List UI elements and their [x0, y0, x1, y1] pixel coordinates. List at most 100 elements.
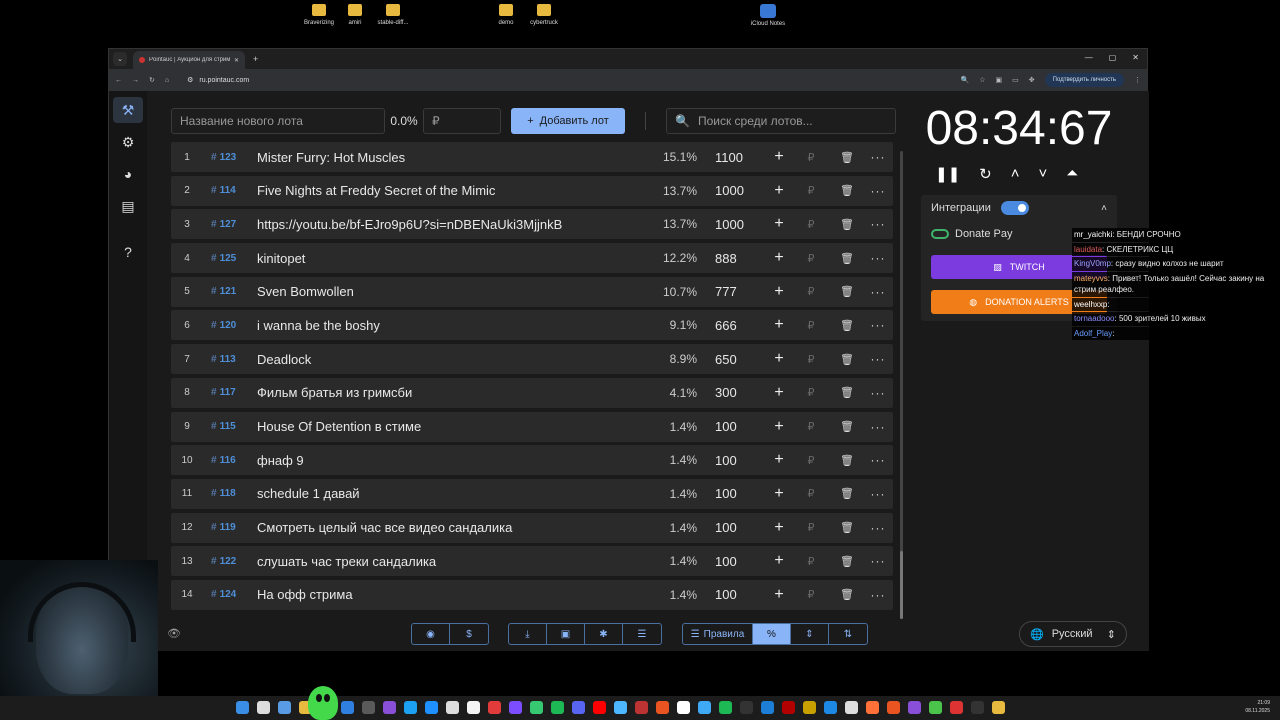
ruble-input-icon[interactable]: ₽ — [791, 184, 831, 197]
more-options-icon[interactable]: ··· — [863, 554, 893, 568]
taskbar-app-icon[interactable] — [782, 701, 795, 714]
taskbar-app-icon[interactable] — [824, 701, 837, 714]
lot-name[interactable]: Deadlock — [257, 352, 651, 367]
taskbar-app-icon[interactable] — [698, 701, 711, 714]
taskbar-app-icon[interactable] — [425, 701, 438, 714]
taskbar-app-icon[interactable] — [887, 701, 900, 714]
delete-trash-icon[interactable]: 🗑 — [831, 353, 863, 366]
lot-amount[interactable]: 777 — [697, 284, 767, 299]
browser-tab[interactable]: Pointauc | Аукцион для стрим... ✕ — [133, 51, 245, 69]
taskbar-app-icon[interactable] — [488, 701, 501, 714]
home-icon[interactable]: ⌂ — [165, 77, 169, 84]
save-icon[interactable]: ▣ — [547, 624, 585, 644]
taskbar-app-icon[interactable] — [467, 701, 480, 714]
lot-name[interactable]: Sven Bomwollen — [257, 284, 651, 299]
delete-trash-icon[interactable]: 🗑 — [831, 319, 863, 332]
history-clipboard-icon[interactable]: ▤ — [113, 193, 143, 219]
bug-icon[interactable]: ✱ — [585, 624, 623, 644]
delete-trash-icon[interactable]: 🗑 — [831, 487, 863, 500]
add-lot-button[interactable]: + Добавить лот — [511, 108, 625, 134]
taskbar-app-icon[interactable] — [593, 701, 606, 714]
url-field[interactable]: ⚙ ru.pointauc.com — [179, 72, 950, 88]
lot-amount[interactable]: 888 — [697, 251, 767, 266]
lot-row[interactable]: 14 #124 На офф стрима 1.4% 100 + ₽ 🗑 ··· — [171, 579, 893, 610]
bookmark-star-icon[interactable]: ☆ — [979, 76, 985, 84]
more-options-icon[interactable]: ··· — [863, 420, 893, 434]
delete-trash-icon[interactable]: 🗑 — [831, 420, 863, 433]
add-amount-icon[interactable]: + — [767, 182, 791, 200]
add-amount-icon[interactable]: + — [767, 283, 791, 301]
close-window-icon[interactable]: ✕ — [1132, 53, 1139, 62]
pause-icon[interactable]: ❚❚ — [935, 165, 960, 183]
reset-icon[interactable]: ↻ — [979, 165, 992, 183]
lot-name[interactable]: schedule 1 давай — [257, 486, 651, 501]
wheel-icon[interactable]: ◕ — [113, 161, 143, 187]
more-options-icon[interactable]: ··· — [863, 217, 893, 231]
lot-amount[interactable]: 100 — [697, 554, 767, 569]
ruble-input-icon[interactable]: ₽ — [791, 521, 831, 534]
lot-amount[interactable]: 666 — [697, 318, 767, 333]
lot-amount[interactable]: 100 — [697, 486, 767, 501]
new-lot-price-input[interactable]: ₽ — [423, 108, 501, 134]
ruble-input-icon[interactable]: ₽ — [791, 454, 831, 467]
delete-trash-icon[interactable]: 🗑 — [831, 184, 863, 197]
download-icon[interactable]: ⤓ — [509, 624, 547, 644]
delete-trash-icon[interactable]: 🗑 — [831, 386, 863, 399]
taskbar-app-icon[interactable] — [992, 701, 1005, 714]
help-icon[interactable]: ? — [113, 239, 143, 265]
taskbar-app-icon[interactable] — [572, 701, 585, 714]
lot-row[interactable]: 8 #117 Фильм братья из гримсби 4.1% 300 + ₽ 🗑 ··… — [171, 377, 893, 408]
lot-row[interactable]: 4 #125 kinitopet 12.2% 888 + ₽ 🗑 ··· — [171, 243, 893, 274]
taskbar-app-icon[interactable] — [446, 701, 459, 714]
minimize-icon[interactable]: — — [1085, 53, 1093, 62]
lot-name[interactable]: House Of Detention в стиме — [257, 419, 651, 434]
lot-name[interactable]: kinitopet — [257, 251, 651, 266]
eye-icon[interactable]: 👁 — [167, 627, 181, 640]
settings-gear-icon[interactable]: ⚙ — [113, 129, 143, 155]
tab-close-icon[interactable]: ✕ — [234, 57, 239, 64]
ruble-input-icon[interactable]: ₽ — [791, 151, 831, 164]
taskbar-app-icon[interactable] — [719, 701, 732, 714]
add-amount-icon[interactable]: + — [767, 350, 791, 368]
compact-view-icon[interactable]: ⇕ — [791, 624, 829, 644]
delete-trash-icon[interactable]: 🗑 — [831, 252, 863, 265]
integrations-toggle[interactable] — [1000, 201, 1029, 215]
taskbar-app-icon[interactable] — [236, 701, 249, 714]
add-amount-icon[interactable]: + — [767, 418, 791, 436]
more-options-icon[interactable]: ··· — [863, 184, 893, 198]
lot-row[interactable]: 2 #114 Five Nights at Freddy Secret of the… — [171, 175, 893, 206]
sort-icon[interactable]: ⇅ — [829, 624, 867, 644]
lot-amount[interactable]: 1000 — [697, 217, 767, 232]
add-amount-icon[interactable]: + — [767, 148, 791, 166]
auction-hammer-icon[interactable]: ⚒ — [113, 97, 143, 123]
scrollbar-thumb[interactable] — [900, 551, 903, 619]
system-clock[interactable]: 21:09 08.11.2025 — [1245, 699, 1270, 715]
add-amount-icon[interactable]: + — [767, 519, 791, 537]
add-amount-icon[interactable]: + — [767, 249, 791, 267]
lot-amount[interactable]: 100 — [697, 419, 767, 434]
taskbar-app-icon[interactable] — [761, 701, 774, 714]
lot-amount[interactable]: 100 — [697, 520, 767, 535]
more-options-icon[interactable]: ··· — [863, 386, 893, 400]
more-options-icon[interactable]: ··· — [863, 521, 893, 535]
taskbar-app-icon[interactable] — [656, 701, 669, 714]
lot-row[interactable]: 12 #119 Смотреть целый час все видео санда… — [171, 512, 893, 543]
extension-icon[interactable]: ▣ — [996, 76, 1003, 84]
lot-name[interactable]: фнаф 9 — [257, 453, 651, 468]
new-tab-icon[interactable]: + — [253, 54, 258, 64]
lot-name[interactable]: Five Nights at Freddy Secret of the Mimi… — [257, 183, 651, 198]
lot-row[interactable]: 7 #113 Deadlock 8.9% 650 + ₽ 🗑 ··· — [171, 344, 893, 375]
ruble-input-icon[interactable]: ₽ — [791, 588, 831, 601]
more-options-icon[interactable]: ··· — [863, 150, 893, 164]
ruble-input-icon[interactable]: ₽ — [791, 285, 831, 298]
lot-name[interactable]: слушать час треки сандалика — [257, 554, 651, 569]
taskbar-app-icon[interactable] — [677, 701, 690, 714]
lot-amount[interactable]: 1000 — [697, 183, 767, 198]
forward-icon[interactable]: → — [132, 77, 139, 84]
verify-identity-button[interactable]: Подтвердить личность — [1044, 73, 1124, 87]
add-amount-icon[interactable]: + — [767, 316, 791, 334]
lot-row[interactable]: 3 #127 https://youtu.be/bf-EJro9p6U?si=nDB… — [171, 209, 893, 240]
taskbar-app-icon[interactable] — [257, 701, 270, 714]
more-options-icon[interactable]: ··· — [863, 453, 893, 467]
taskbar-app-icon[interactable] — [383, 701, 396, 714]
